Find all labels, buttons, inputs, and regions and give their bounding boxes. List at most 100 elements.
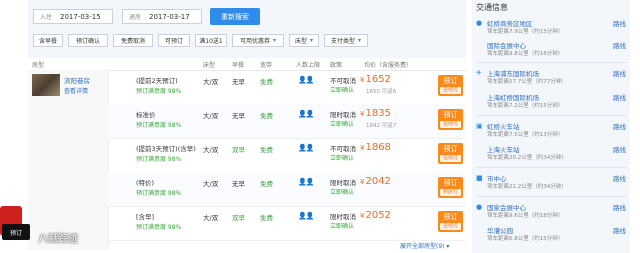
rate-wifi: 免费	[260, 180, 273, 188]
rate-breakfast: 无早	[232, 78, 245, 86]
transport-distance: 驾车距离9.6公里（约18分钟）	[487, 213, 564, 219]
price-value: 1868	[365, 142, 391, 153]
route-link[interactable]: 路线	[613, 40, 626, 50]
route-link[interactable]: 路线	[613, 225, 626, 235]
rate-name[interactable]: (特价)	[136, 177, 154, 187]
rate-name[interactable]: [含早]	[136, 211, 154, 221]
filter-label: 免费取消	[120, 38, 145, 45]
price-value: 2042	[365, 176, 391, 187]
transport-distance: 驾车距离21.2公里（约34分钟）	[487, 184, 567, 190]
transport-item: 上海火车站 驾车距离20.2公里（约34分钟） 路线	[476, 144, 626, 164]
divider	[476, 62, 626, 63]
header-people: 人数上限	[296, 62, 321, 69]
transport-distance: 驾车距离7.5公里（约13分钟）	[487, 132, 564, 138]
transport-distance: 驾车距离7.2公里（约15分钟）	[487, 103, 564, 109]
route-link[interactable]: 路线	[613, 173, 626, 183]
book-label: 预订	[443, 145, 458, 153]
plane-icon: ✈	[476, 69, 482, 77]
rate-name[interactable]: (提前2天预订)	[136, 75, 178, 85]
route-link[interactable]: 路线	[613, 92, 626, 102]
transport-item: ■ 市中心 驾车距离21.2公里（约34分钟） 路线	[476, 173, 626, 193]
transport-item: 上海虹桥国际机场 驾车距离7.2公里（约15分钟） 路线	[476, 92, 626, 112]
rate-confirm: 立即确认	[330, 155, 355, 162]
pay-type-label: 在线付	[440, 155, 461, 162]
room-photo[interactable]	[32, 74, 60, 96]
location-pin-icon: ●	[476, 19, 483, 27]
filter-free-cancel[interactable]: 免费取消	[113, 34, 153, 47]
header-price: 均价（含服务费）	[364, 62, 413, 69]
people-icon: 👤👤	[298, 178, 314, 186]
table-row: (提前2天预订) 预订满意度 98% 大/双 无早 免费 👤👤 不可取消 立即确…	[108, 70, 466, 105]
book-button[interactable]: 预订 在线付	[438, 109, 463, 130]
filter-pay-type[interactable]: 支付类型 ▾	[324, 34, 368, 47]
chevron-down-icon: ▾	[273, 37, 277, 44]
rate-breakfast: 双早	[232, 214, 245, 222]
rate-breakfast: 双早	[232, 146, 245, 154]
book-button[interactable]: 预订 到店付	[438, 177, 463, 198]
rate-name[interactable]: (提前3天预订)(含早)	[136, 143, 196, 153]
checkout-label: 退房	[129, 14, 142, 21]
room-name[interactable]: 浏阳巷房	[64, 75, 90, 85]
watermark-text: 八赋踪迹	[38, 234, 78, 245]
transport-item: ✈ 上海浦东国际机场 驾车距离57.7公里（约77分钟） 路线	[476, 68, 626, 88]
research-button[interactable]: 重新搜索	[210, 8, 260, 25]
route-link[interactable]: 路线	[613, 68, 626, 78]
header-policy: 政策	[330, 62, 343, 69]
filter-promo[interactable]: 满10送1	[195, 34, 227, 47]
checkin-date-field[interactable]: 入住 2017-03-15	[33, 9, 113, 24]
header-room-type: 房型	[32, 62, 45, 69]
filter-label: 含早餐	[38, 38, 57, 45]
transport-distance: 驾车距离57.7公里（约77分钟）	[487, 79, 567, 85]
filter-coupon[interactable]: 可用优惠券 ▾	[232, 34, 284, 47]
people-icon: 👤👤	[298, 212, 314, 220]
people-icon: 👤👤	[298, 110, 314, 118]
people-icon: 👤👤	[298, 144, 314, 152]
rate-name[interactable]: 标准价	[136, 109, 156, 119]
transport-distance: 驾车距离7.9公里（约15分钟）	[487, 29, 564, 35]
checkin-value: 2017-03-15	[60, 12, 101, 21]
rate-price: ¥2042	[360, 176, 391, 187]
rate-satisfaction: 预订满意度 98%	[136, 224, 182, 231]
filter-label: 预订确认	[75, 38, 100, 45]
transport-distance: 驾车距离6.8公里（约15分钟）	[487, 236, 564, 242]
filter-confirm[interactable]: 预订确认	[68, 34, 108, 47]
chevron-down-icon: ▾	[358, 37, 362, 44]
rate-breakfast: 无早	[232, 180, 245, 188]
checkout-date-field[interactable]: 退房 2017-03-17	[122, 9, 202, 24]
show-all-rooms-link[interactable]: 展开全部房型(9) ▾	[400, 241, 449, 250]
filter-breakfast[interactable]: 含早餐	[33, 34, 63, 47]
filter-label: 可预订	[164, 38, 183, 45]
route-link[interactable]: 路线	[613, 202, 626, 212]
filter-bed-type[interactable]: 床型 ▾	[289, 34, 319, 47]
rate-bed: 大/双	[203, 214, 219, 222]
table-row: [含早] 预订满意度 98% 大/双 双早 免费 👤👤 限时取消 立即确认 ¥2…	[108, 206, 466, 241]
filter-bookable[interactable]: 可预订	[158, 34, 190, 47]
transport-item: 国际会展中心 驾车距离9.8公里（约18分钟） 路线	[476, 40, 626, 60]
rate-satisfaction: 预订满意度 98%	[136, 156, 182, 163]
city-icon: ■	[476, 174, 483, 182]
book-button[interactable]: 预订 在线付	[438, 211, 463, 232]
route-link[interactable]: 路线	[613, 144, 626, 154]
room-rates-panel: 入住 2017-03-15 退房 2017-03-17 重新搜索 含早餐 预订确…	[28, 0, 466, 253]
route-link[interactable]: 路线	[613, 121, 626, 131]
header-broadband: 宽带	[260, 62, 273, 69]
transport-distance: 驾车距离20.2公里（约34分钟）	[487, 155, 567, 161]
book-button[interactable]: 预订 在线付	[438, 75, 463, 96]
book-label: 预订	[443, 179, 458, 187]
transport-distance: 驾车距离9.8公里（约18分钟）	[487, 51, 564, 57]
rate-satisfaction: 预订满意度 98%	[136, 122, 182, 129]
room-detail-link[interactable]: 查看详情	[64, 86, 88, 95]
book-label: 预订	[443, 213, 458, 221]
filter-label: 满10送1	[199, 38, 223, 45]
rate-price: ¥1652	[360, 74, 391, 85]
rate-wifi: 免费	[260, 214, 273, 222]
checkout-value: 2017-03-17	[149, 12, 190, 21]
book-button[interactable]: 预订 在线付	[438, 143, 463, 164]
transport-panel: 交通信息 ● 虹桥商务区地区 驾车距离7.9公里（约15分钟） 路线 国际会展中…	[472, 0, 630, 253]
price-value: 2052	[365, 210, 391, 221]
rate-bed: 大/双	[203, 112, 219, 120]
pay-type-label: 在线付	[440, 121, 461, 128]
table-row: (提前3天预订)(含早) 预订满意度 98% 大/双 双早 免费 👤👤 不可取消…	[108, 138, 466, 173]
divider	[476, 167, 626, 168]
route-link[interactable]: 路线	[613, 18, 626, 28]
